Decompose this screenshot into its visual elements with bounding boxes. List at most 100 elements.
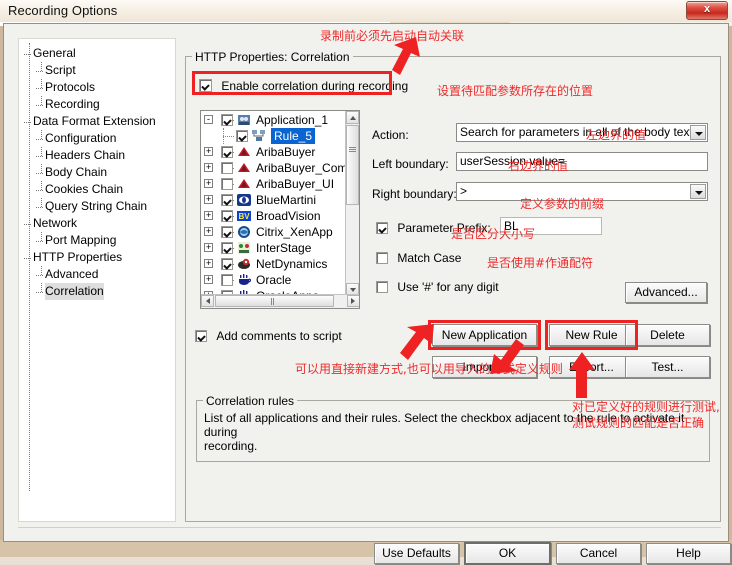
dialog-client-area: GeneralScriptProtocolsRecordingData Form… (3, 23, 729, 542)
sidebar-item-protocols[interactable]: Protocols (19, 79, 176, 96)
footer-divider (18, 527, 721, 528)
expand-icon[interactable]: + (204, 195, 213, 204)
tree-branch-line (36, 71, 43, 72)
right-boundary-label: Right boundary: (372, 187, 457, 201)
sidebar-item-configuration[interactable]: Configuration (19, 130, 176, 147)
hscroll-grip (271, 298, 276, 305)
broadvision-icon: BV (237, 209, 251, 223)
right-boundary-value: > (460, 184, 467, 198)
expand-icon[interactable]: + (204, 147, 213, 156)
use-defaults-button[interactable]: Use Defaults (374, 543, 459, 564)
expand-icon[interactable]: + (204, 179, 213, 188)
expand-icon[interactable]: + (204, 275, 213, 284)
rule-tree-row[interactable]: + AribaBuyer (201, 144, 346, 160)
any-digit-row[interactable]: Use '#' for any digit (376, 279, 499, 294)
sidebar-item-data-format-extension[interactable]: Data Format Extension (19, 113, 176, 130)
scroll-right-icon[interactable] (347, 295, 360, 307)
annotation-test-line2: 测试规则的匹配是否正确 (572, 414, 704, 431)
match-case-checkbox[interactable] (376, 252, 388, 264)
parameter-prefix-checkbox[interactable] (376, 222, 388, 234)
sidebar-item-query-string-chain[interactable]: Query String Chain (19, 198, 176, 215)
sidebar-item-correlation[interactable]: Correlation (19, 283, 176, 300)
sidebar-item-general[interactable]: General (19, 45, 176, 62)
add-comments-checkbox[interactable] (195, 330, 207, 342)
sidebar-item-script[interactable]: Script (19, 62, 176, 79)
tree-branch-line (36, 156, 43, 157)
expand-icon[interactable]: + (204, 259, 213, 268)
sidebar-item-port-mapping[interactable]: Port Mapping (19, 232, 176, 249)
tree-branch-line (41, 181, 42, 190)
expand-icon[interactable]: + (204, 211, 213, 220)
arrow-to-import (484, 336, 526, 376)
sidebar-item-body-chain[interactable]: Body Chain (19, 164, 176, 181)
tree-branch-line (41, 232, 42, 241)
rule-tree-row[interactable]: Rule_5 (201, 128, 346, 144)
collapse-icon[interactable]: - (204, 115, 213, 124)
ariba-icon (237, 177, 251, 191)
rule-checkbox[interactable] (221, 274, 233, 286)
rule-tree-row[interactable]: +AribaBuyer_Comr (201, 160, 346, 176)
chevron-down-icon[interactable] (690, 184, 706, 199)
sidebar-item-network[interactable]: Network (19, 215, 176, 232)
sidebar-item-advanced[interactable]: Advanced (19, 266, 176, 283)
rule-tree-row[interactable]: -Application_1 (201, 112, 346, 128)
rule-tree-row[interactable]: +InterStage (201, 240, 346, 256)
scroll-up-icon[interactable] (346, 111, 359, 124)
rule-checkbox[interactable] (221, 226, 233, 238)
chevron-down-icon[interactable] (690, 125, 706, 140)
rule-label: AribaBuyer_UI (256, 176, 334, 192)
rule-checkbox[interactable] (221, 258, 233, 270)
rule-label: AribaBuyer (256, 144, 315, 160)
sidebar-item-label: Network (33, 215, 77, 232)
rule-tree-row[interactable]: + AribaBuyer_UI (201, 176, 346, 192)
tree-branch-line (41, 79, 42, 88)
tree-branch-line (41, 266, 42, 275)
sidebar-item-headers-chain[interactable]: Headers Chain (19, 147, 176, 164)
rule-checkbox[interactable] (221, 194, 233, 206)
rule-tree-row[interactable]: +BVBroadVision (201, 208, 346, 224)
rule-tree-row[interactable]: +Oracle (201, 272, 346, 288)
sidebar-item-http-properties[interactable]: HTTP Properties (19, 249, 176, 266)
help-button[interactable]: Help (646, 543, 731, 564)
oracle-icon (237, 273, 251, 287)
interstage-icon (237, 241, 251, 255)
action-label: Action: (372, 128, 409, 142)
add-comments-row[interactable]: Add comments to script (195, 328, 342, 343)
test-button[interactable]: Test... (625, 356, 710, 378)
rule-checkbox[interactable] (221, 146, 233, 158)
vscroll-thumb[interactable] (346, 125, 359, 205)
cancel-button[interactable]: Cancel (556, 543, 641, 564)
expand-icon[interactable]: + (204, 227, 213, 236)
rule-checkbox[interactable] (221, 242, 233, 254)
advanced-button[interactable]: Advanced... (625, 282, 707, 303)
tree-branch-line (41, 147, 42, 156)
tree-branch-line (223, 136, 234, 137)
scroll-left-icon[interactable] (201, 295, 214, 307)
rule-checkbox[interactable] (221, 114, 233, 126)
tree-branch-line (41, 62, 42, 71)
settings-category-tree[interactable]: GeneralScriptProtocolsRecordingData Form… (18, 38, 176, 522)
match-case-row[interactable]: Match Case (376, 250, 461, 265)
rule-tree-vertical-scrollbar[interactable] (345, 111, 359, 296)
rule-checkbox[interactable] (236, 130, 248, 142)
action-select[interactable]: Search for parameters in all of the body… (456, 123, 708, 142)
rule-checkbox[interactable] (221, 178, 233, 190)
sidebar-item-recording[interactable]: Recording (19, 96, 176, 113)
expand-icon[interactable]: + (204, 163, 213, 172)
left-boundary-input[interactable]: userSession value= (456, 152, 708, 171)
rule-tree-row[interactable]: +Citrix_XenApp (201, 224, 346, 240)
rule-checkbox[interactable] (221, 210, 233, 222)
sidebar-item-cookies-chain[interactable]: Cookies Chain (19, 181, 176, 198)
groupbox-title: HTTP Properties: Correlation (192, 50, 353, 64)
any-digit-checkbox[interactable] (376, 281, 388, 293)
rule-tree-row[interactable]: +BlueMartini (201, 192, 346, 208)
tree-branch-line (24, 258, 31, 259)
rule-checkbox[interactable] (221, 162, 233, 174)
close-button[interactable]: x (686, 1, 728, 20)
rule-tree-horizontal-scrollbar[interactable] (201, 294, 360, 308)
ok-button[interactable]: OK (464, 542, 551, 565)
rule-tree-row[interactable]: +NetDynamics (201, 256, 346, 272)
expand-icon[interactable]: + (204, 243, 213, 252)
tree-branch-line (41, 283, 42, 292)
application-rule-tree[interactable]: -Application_1Rule_5+AribaBuyer+AribaBuy… (200, 110, 360, 309)
